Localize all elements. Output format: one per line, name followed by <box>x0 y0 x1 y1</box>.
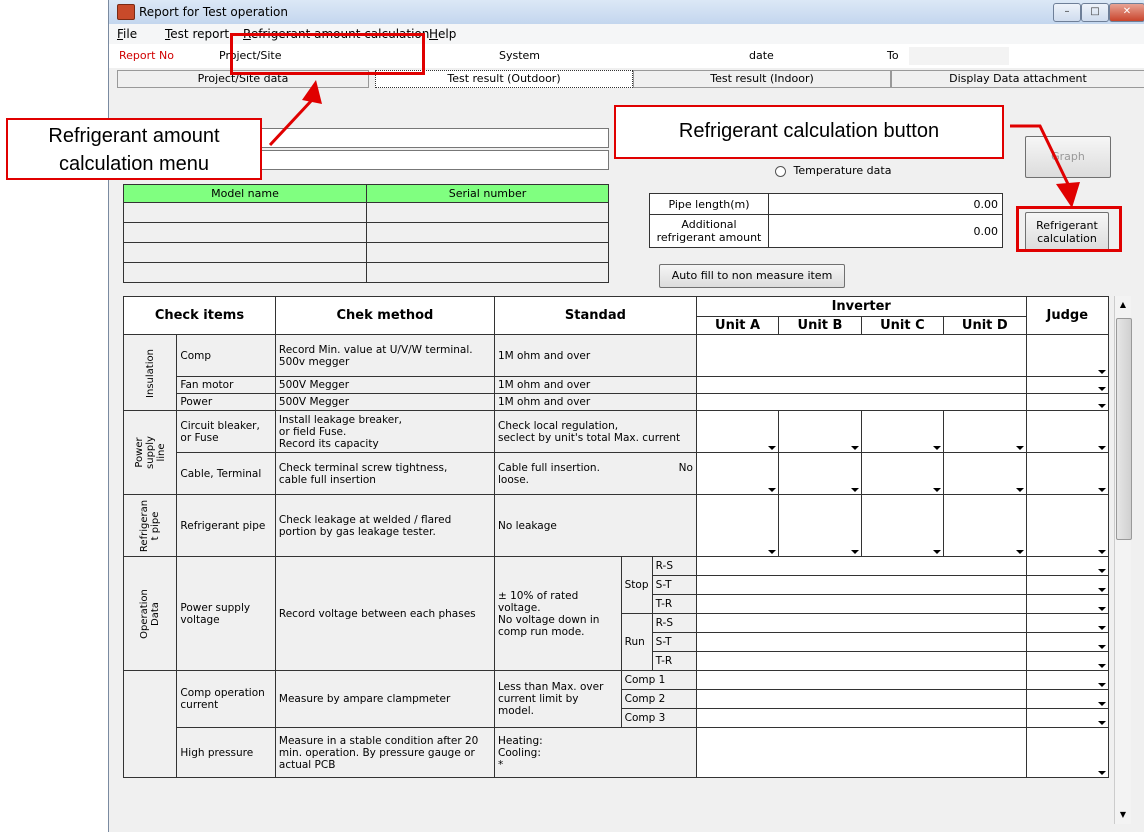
menu-arrow-line <box>268 98 314 147</box>
menu-arrow-head <box>302 80 322 104</box>
menu-callout: Refrigerant amount calculation menu <box>6 118 262 180</box>
button-arrow-line <box>1010 124 1070 185</box>
button-callout: Refrigerant calculation button <box>614 105 1004 159</box>
button-arrow-head <box>1056 182 1080 208</box>
